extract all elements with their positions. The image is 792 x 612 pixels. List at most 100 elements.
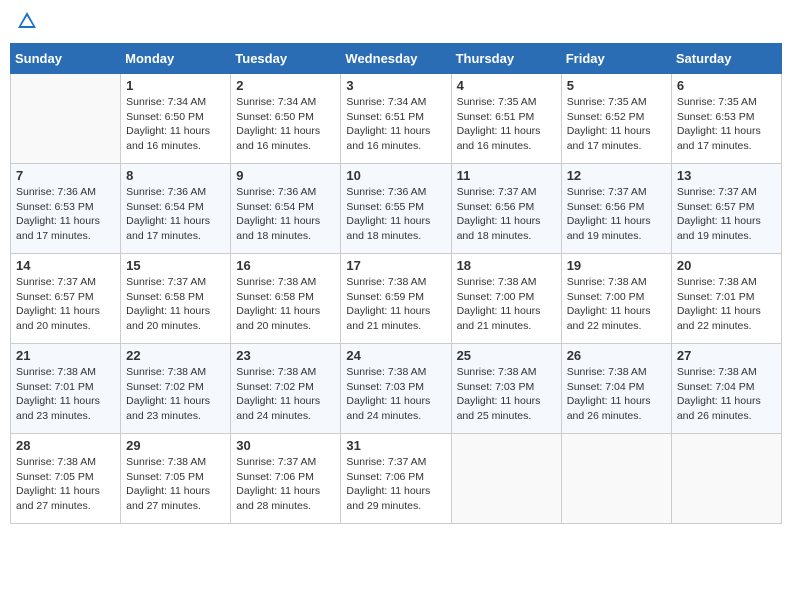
calendar-cell: 8 Sunrise: 7:36 AM Sunset: 6:54 PM Daylig…: [121, 164, 231, 254]
day-number: 3: [346, 78, 445, 93]
calendar-cell: 27 Sunrise: 7:38 AM Sunset: 7:04 PM Dayli…: [671, 344, 781, 434]
day-number: 5: [567, 78, 666, 93]
calendar-cell: 14 Sunrise: 7:37 AM Sunset: 6:57 PM Dayli…: [11, 254, 121, 344]
day-number: 24: [346, 348, 445, 363]
calendar-cell: [11, 74, 121, 164]
col-header-thursday: Thursday: [451, 44, 561, 74]
calendar-cell: 2 Sunrise: 7:34 AM Sunset: 6:50 PM Daylig…: [231, 74, 341, 164]
calendar-cell: 20Sunrise: 7:38 AM Sunset: 7:01 PM Dayli…: [671, 254, 781, 344]
calendar-cell: 26 Sunrise: 7:38 AM Sunset: 7:04 PM Dayli…: [561, 344, 671, 434]
day-number: 7: [16, 168, 115, 183]
day-number: 28: [16, 438, 115, 453]
col-header-tuesday: Tuesday: [231, 44, 341, 74]
day-info: Sunrise: 7:36 AM Sunset: 6:54 PM Dayligh…: [236, 185, 335, 244]
calendar-cell: 23 Sunrise: 7:38 AM Sunset: 7:02 PM Dayli…: [231, 344, 341, 434]
calendar-cell: [451, 434, 561, 524]
day-info: Sunrise: 7:35 AM Sunset: 6:52 PM Dayligh…: [567, 95, 666, 154]
day-info: Sunrise: 7:37 AM Sunset: 6:57 PM Dayligh…: [677, 185, 776, 244]
day-number: 26: [567, 348, 666, 363]
header-row: SundayMondayTuesdayWednesdayThursdayFrid…: [11, 44, 782, 74]
day-number: 12: [567, 168, 666, 183]
calendar-cell: 12 Sunrise: 7:37 AM Sunset: 6:56 PM Dayli…: [561, 164, 671, 254]
day-number: 16: [236, 258, 335, 273]
day-info: Sunrise: 7:34 AM Sunset: 6:51 PM Dayligh…: [346, 95, 445, 154]
day-number: 25: [457, 348, 556, 363]
day-info: Sunrise: 7:36 AM Sunset: 6:53 PM Dayligh…: [16, 185, 115, 244]
calendar-cell: 5 Sunrise: 7:35 AM Sunset: 6:52 PM Daylig…: [561, 74, 671, 164]
calendar-cell: 17Sunrise: 7:38 AM Sunset: 6:59 PM Dayli…: [341, 254, 451, 344]
calendar-cell: 6 Sunrise: 7:35 AM Sunset: 6:53 PM Daylig…: [671, 74, 781, 164]
calendar-cell: 16 Sunrise: 7:38 AM Sunset: 6:58 PM Dayli…: [231, 254, 341, 344]
calendar-cell: 22 Sunrise: 7:38 AM Sunset: 7:02 PM Dayli…: [121, 344, 231, 434]
col-header-wednesday: Wednesday: [341, 44, 451, 74]
day-number: 4: [457, 78, 556, 93]
day-info: Sunrise: 7:38 AM Sunset: 7:02 PM Dayligh…: [126, 365, 225, 424]
day-info: Sunrise: 7:38 AM Sunset: 7:01 PM Dayligh…: [677, 275, 776, 334]
week-row: 28 Sunrise: 7:38 AM Sunset: 7:05 PM Dayli…: [11, 434, 782, 524]
day-info: Sunrise: 7:38 AM Sunset: 7:00 PM Dayligh…: [567, 275, 666, 334]
day-number: 1: [126, 78, 225, 93]
day-info: Sunrise: 7:37 AM Sunset: 6:56 PM Dayligh…: [457, 185, 556, 244]
calendar-cell: 4 Sunrise: 7:35 AM Sunset: 6:51 PM Daylig…: [451, 74, 561, 164]
day-number: 9: [236, 168, 335, 183]
day-number: 31: [346, 438, 445, 453]
day-number: 21: [16, 348, 115, 363]
day-number: 30: [236, 438, 335, 453]
logo: [14, 10, 38, 37]
calendar-cell: 3 Sunrise: 7:34 AM Sunset: 6:51 PM Daylig…: [341, 74, 451, 164]
day-number: 15: [126, 258, 225, 273]
day-info: Sunrise: 7:35 AM Sunset: 6:53 PM Dayligh…: [677, 95, 776, 154]
calendar-cell: 7 Sunrise: 7:36 AM Sunset: 6:53 PM Daylig…: [11, 164, 121, 254]
day-number: 11: [457, 168, 556, 183]
day-info: Sunrise: 7:37 AM Sunset: 6:57 PM Dayligh…: [16, 275, 115, 334]
calendar-cell: 15 Sunrise: 7:37 AM Sunset: 6:58 PM Dayli…: [121, 254, 231, 344]
calendar-cell: 11 Sunrise: 7:37 AM Sunset: 6:56 PM Dayli…: [451, 164, 561, 254]
col-header-monday: Monday: [121, 44, 231, 74]
day-number: 17: [346, 258, 445, 273]
calendar-cell: [671, 434, 781, 524]
col-header-sunday: Sunday: [11, 44, 121, 74]
calendar-cell: 30 Sunrise: 7:37 AM Sunset: 7:06 PM Dayli…: [231, 434, 341, 524]
calendar-cell: 1Sunrise: 7:34 AM Sunset: 6:50 PM Daylig…: [121, 74, 231, 164]
day-number: 22: [126, 348, 225, 363]
calendar-cell: 31 Sunrise: 7:37 AM Sunset: 7:06 PM Dayli…: [341, 434, 451, 524]
calendar-cell: [561, 434, 671, 524]
day-number: 8: [126, 168, 225, 183]
col-header-saturday: Saturday: [671, 44, 781, 74]
day-info: Sunrise: 7:34 AM Sunset: 6:50 PM Dayligh…: [236, 95, 335, 154]
day-number: 14: [16, 258, 115, 273]
calendar-cell: 21 Sunrise: 7:38 AM Sunset: 7:01 PM Dayli…: [11, 344, 121, 434]
logo-icon: [16, 10, 38, 32]
col-header-friday: Friday: [561, 44, 671, 74]
day-info: Sunrise: 7:38 AM Sunset: 7:05 PM Dayligh…: [16, 455, 115, 514]
day-number: 18: [457, 258, 556, 273]
week-row: 21 Sunrise: 7:38 AM Sunset: 7:01 PM Dayli…: [11, 344, 782, 434]
week-row: 1 Sunrise: 7:34 AM Sunset: 6:50 PM Daylig…: [11, 74, 782, 164]
day-number: 19: [567, 258, 666, 273]
day-number: 2: [236, 78, 335, 93]
day-number: 23: [236, 348, 335, 363]
day-number: 13: [677, 168, 776, 183]
day-info: Sunrise: 7:38 AM Sunset: 7:03 PM Dayligh…: [346, 365, 445, 424]
day-info: Sunrise: 7:38 AM Sunset: 7:03 PM Dayligh…: [457, 365, 556, 424]
day-info: Sunrise: 7:37 AM Sunset: 6:58 PM Dayligh…: [126, 275, 225, 334]
day-number: 29: [126, 438, 225, 453]
week-row: 14 Sunrise: 7:37 AM Sunset: 6:57 PM Dayli…: [11, 254, 782, 344]
day-info: Sunrise: 7:38 AM Sunset: 6:58 PM Dayligh…: [236, 275, 335, 334]
calendar-cell: 13 Sunrise: 7:37 AM Sunset: 6:57 PM Dayli…: [671, 164, 781, 254]
day-info: Sunrise: 7:37 AM Sunset: 7:06 PM Dayligh…: [346, 455, 445, 514]
day-info: Sunrise: 7:38 AM Sunset: 7:02 PM Dayligh…: [236, 365, 335, 424]
day-info: Sunrise: 7:38 AM Sunset: 7:01 PM Dayligh…: [16, 365, 115, 424]
day-info: Sunrise: 7:37 AM Sunset: 6:56 PM Dayligh…: [567, 185, 666, 244]
day-info: Sunrise: 7:38 AM Sunset: 7:04 PM Dayligh…: [677, 365, 776, 424]
day-info: Sunrise: 7:35 AM Sunset: 6:51 PM Dayligh…: [457, 95, 556, 154]
day-number: 27: [677, 348, 776, 363]
day-info: Sunrise: 7:37 AM Sunset: 7:06 PM Dayligh…: [236, 455, 335, 514]
day-number: 10: [346, 168, 445, 183]
week-row: 7 Sunrise: 7:36 AM Sunset: 6:53 PM Daylig…: [11, 164, 782, 254]
day-info: Sunrise: 7:38 AM Sunset: 7:04 PM Dayligh…: [567, 365, 666, 424]
day-info: Sunrise: 7:36 AM Sunset: 6:54 PM Dayligh…: [126, 185, 225, 244]
day-number: 6: [677, 78, 776, 93]
calendar-table: SundayMondayTuesdayWednesdayThursdayFrid…: [10, 43, 782, 524]
calendar-cell: 10Sunrise: 7:36 AM Sunset: 6:55 PM Dayli…: [341, 164, 451, 254]
